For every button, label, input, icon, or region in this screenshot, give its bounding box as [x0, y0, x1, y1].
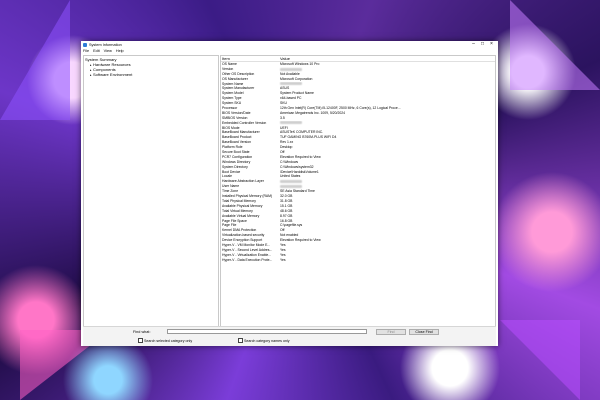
checkbox-box[interactable] [238, 338, 243, 343]
find-label: Find what: [133, 330, 151, 334]
row-value: Yes [280, 257, 286, 262]
menu-bar: File Edit View Help [81, 48, 498, 53]
search-selected-category-checkbox[interactable]: Search selected category only [138, 338, 192, 343]
close-icon[interactable]: × [487, 41, 496, 48]
minimize-icon[interactable]: – [469, 41, 478, 48]
details-list: Item Value OS Name Microsoft Windows 10 P… [220, 55, 496, 346]
checkbox-box[interactable] [138, 338, 143, 343]
find-bar: Find what: Find Close Find Search select… [83, 326, 496, 346]
redacted-value [280, 82, 302, 86]
window-title: System Information [89, 42, 122, 47]
tree-item-software-environment[interactable]: ▸Software Environment [85, 72, 217, 77]
system-information-window: System Information – □ × File Edit View … [81, 41, 498, 346]
table-row[interactable]: Hyper-V - Data Execution Prote... Yes [221, 258, 495, 263]
menu-file[interactable]: File [83, 49, 89, 53]
title-bar[interactable]: System Information – □ × [81, 41, 498, 48]
search-category-names-checkbox[interactable]: Search category names only [238, 338, 290, 343]
redacted-value [280, 179, 302, 183]
row-item: Hyper-V - Data Execution Prote... [222, 257, 273, 262]
category-tree[interactable]: System Summary ▸Hardware Resources ▸Comp… [83, 55, 219, 346]
tree-item-label: Software Environment [93, 72, 133, 77]
redacted-value [280, 121, 302, 125]
wallpaper-facet [0, 0, 70, 120]
checkbox-label: Search category names only [244, 338, 290, 343]
checkbox-label: Search selected category only [144, 338, 193, 343]
wallpaper-facet [510, 0, 600, 90]
find-button[interactable]: Find [376, 329, 406, 335]
redacted-value [280, 184, 302, 188]
column-header-value[interactable]: Value [279, 56, 495, 61]
list-rows: OS Name Microsoft Windows 10 Pro Version Ot… [221, 62, 495, 263]
redacted-value [280, 67, 302, 71]
menu-view[interactable]: View [104, 49, 112, 53]
maximize-icon[interactable]: □ [478, 41, 487, 48]
close-find-button[interactable]: Close Find [409, 329, 439, 335]
panes: System Summary ▸Hardware Resources ▸Comp… [83, 55, 496, 346]
wallpaper-facet [500, 320, 580, 400]
menu-edit[interactable]: Edit [93, 49, 100, 53]
column-header-item[interactable]: Item [221, 56, 279, 61]
app-icon [83, 42, 87, 47]
find-input[interactable] [167, 329, 367, 334]
menu-help[interactable]: Help [116, 49, 124, 53]
